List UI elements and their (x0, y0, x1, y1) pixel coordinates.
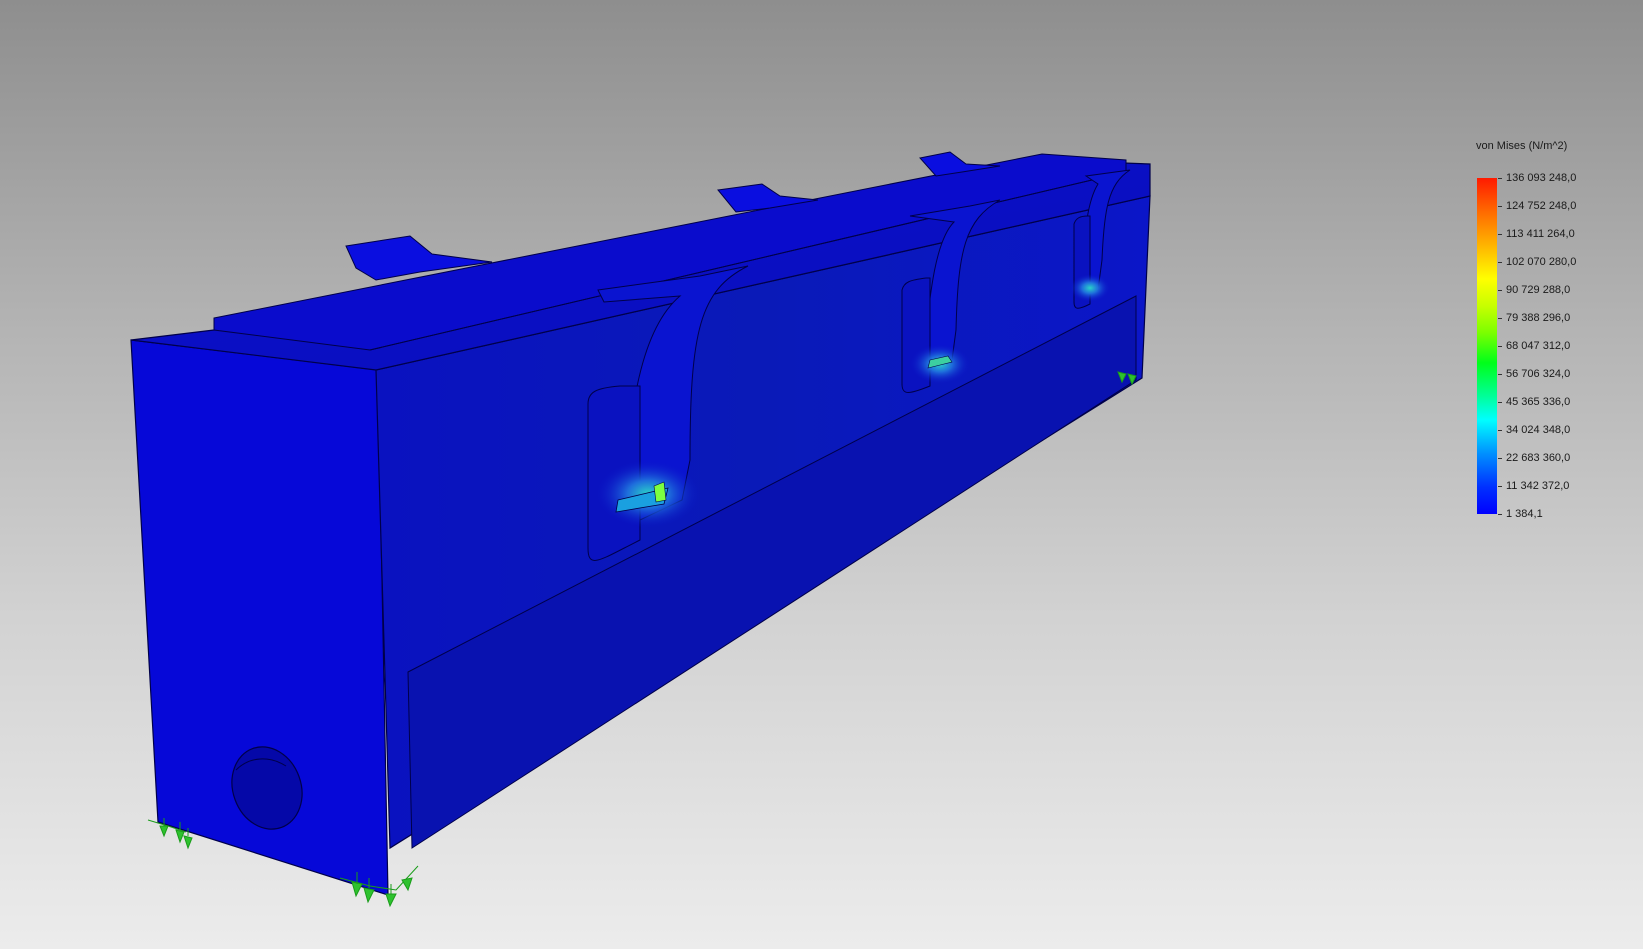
legend-tick-label: 113 411 264,0 (1506, 228, 1575, 240)
legend-tick (1498, 234, 1502, 235)
legend-tick-label: 124 752 248,0 (1506, 200, 1577, 212)
legend-tick-label: 56 706 324,0 (1506, 368, 1571, 380)
legend-tick (1498, 402, 1502, 403)
legend-tick (1498, 318, 1502, 319)
legend-tick-label: 22 683 360,0 (1506, 452, 1571, 464)
legend-tick (1498, 458, 1502, 459)
legend-tick (1498, 290, 1502, 291)
legend-tick-label: 45 365 336,0 (1506, 396, 1571, 408)
model-viewport[interactable] (0, 0, 1643, 949)
legend-color-bar (1477, 178, 1497, 514)
legend-tick-label: 102 070 280,0 (1506, 256, 1577, 268)
legend-tick-label: 90 729 288,0 (1506, 284, 1571, 296)
beam-model[interactable] (130, 151, 1151, 896)
legend-tick (1498, 346, 1502, 347)
legend-tick (1498, 206, 1502, 207)
legend-tick-label: 1 384,1 (1506, 508, 1543, 520)
stress-hotspot-3 (1070, 274, 1110, 302)
legend-tick-label: 68 047 312,0 (1506, 340, 1571, 352)
legend-tick-label: 11 342 372,0 (1506, 480, 1570, 492)
legend-tick-label: 79 388 296,0 (1506, 312, 1571, 324)
legend-tick (1498, 262, 1502, 263)
legend-tick (1498, 178, 1502, 179)
stress-legend: von Mises (N/m^2) 136 093 248,0 124 752 2… (1470, 136, 1630, 526)
legend-tick-label: 136 093 248,0 (1506, 172, 1577, 184)
legend-tick-label: 34 024 348,0 (1506, 424, 1571, 436)
legend-tick (1498, 374, 1502, 375)
legend-tick (1498, 514, 1502, 515)
legend-tick (1498, 486, 1502, 487)
legend-tick (1498, 430, 1502, 431)
legend-title: von Mises (N/m^2) (1476, 140, 1568, 152)
